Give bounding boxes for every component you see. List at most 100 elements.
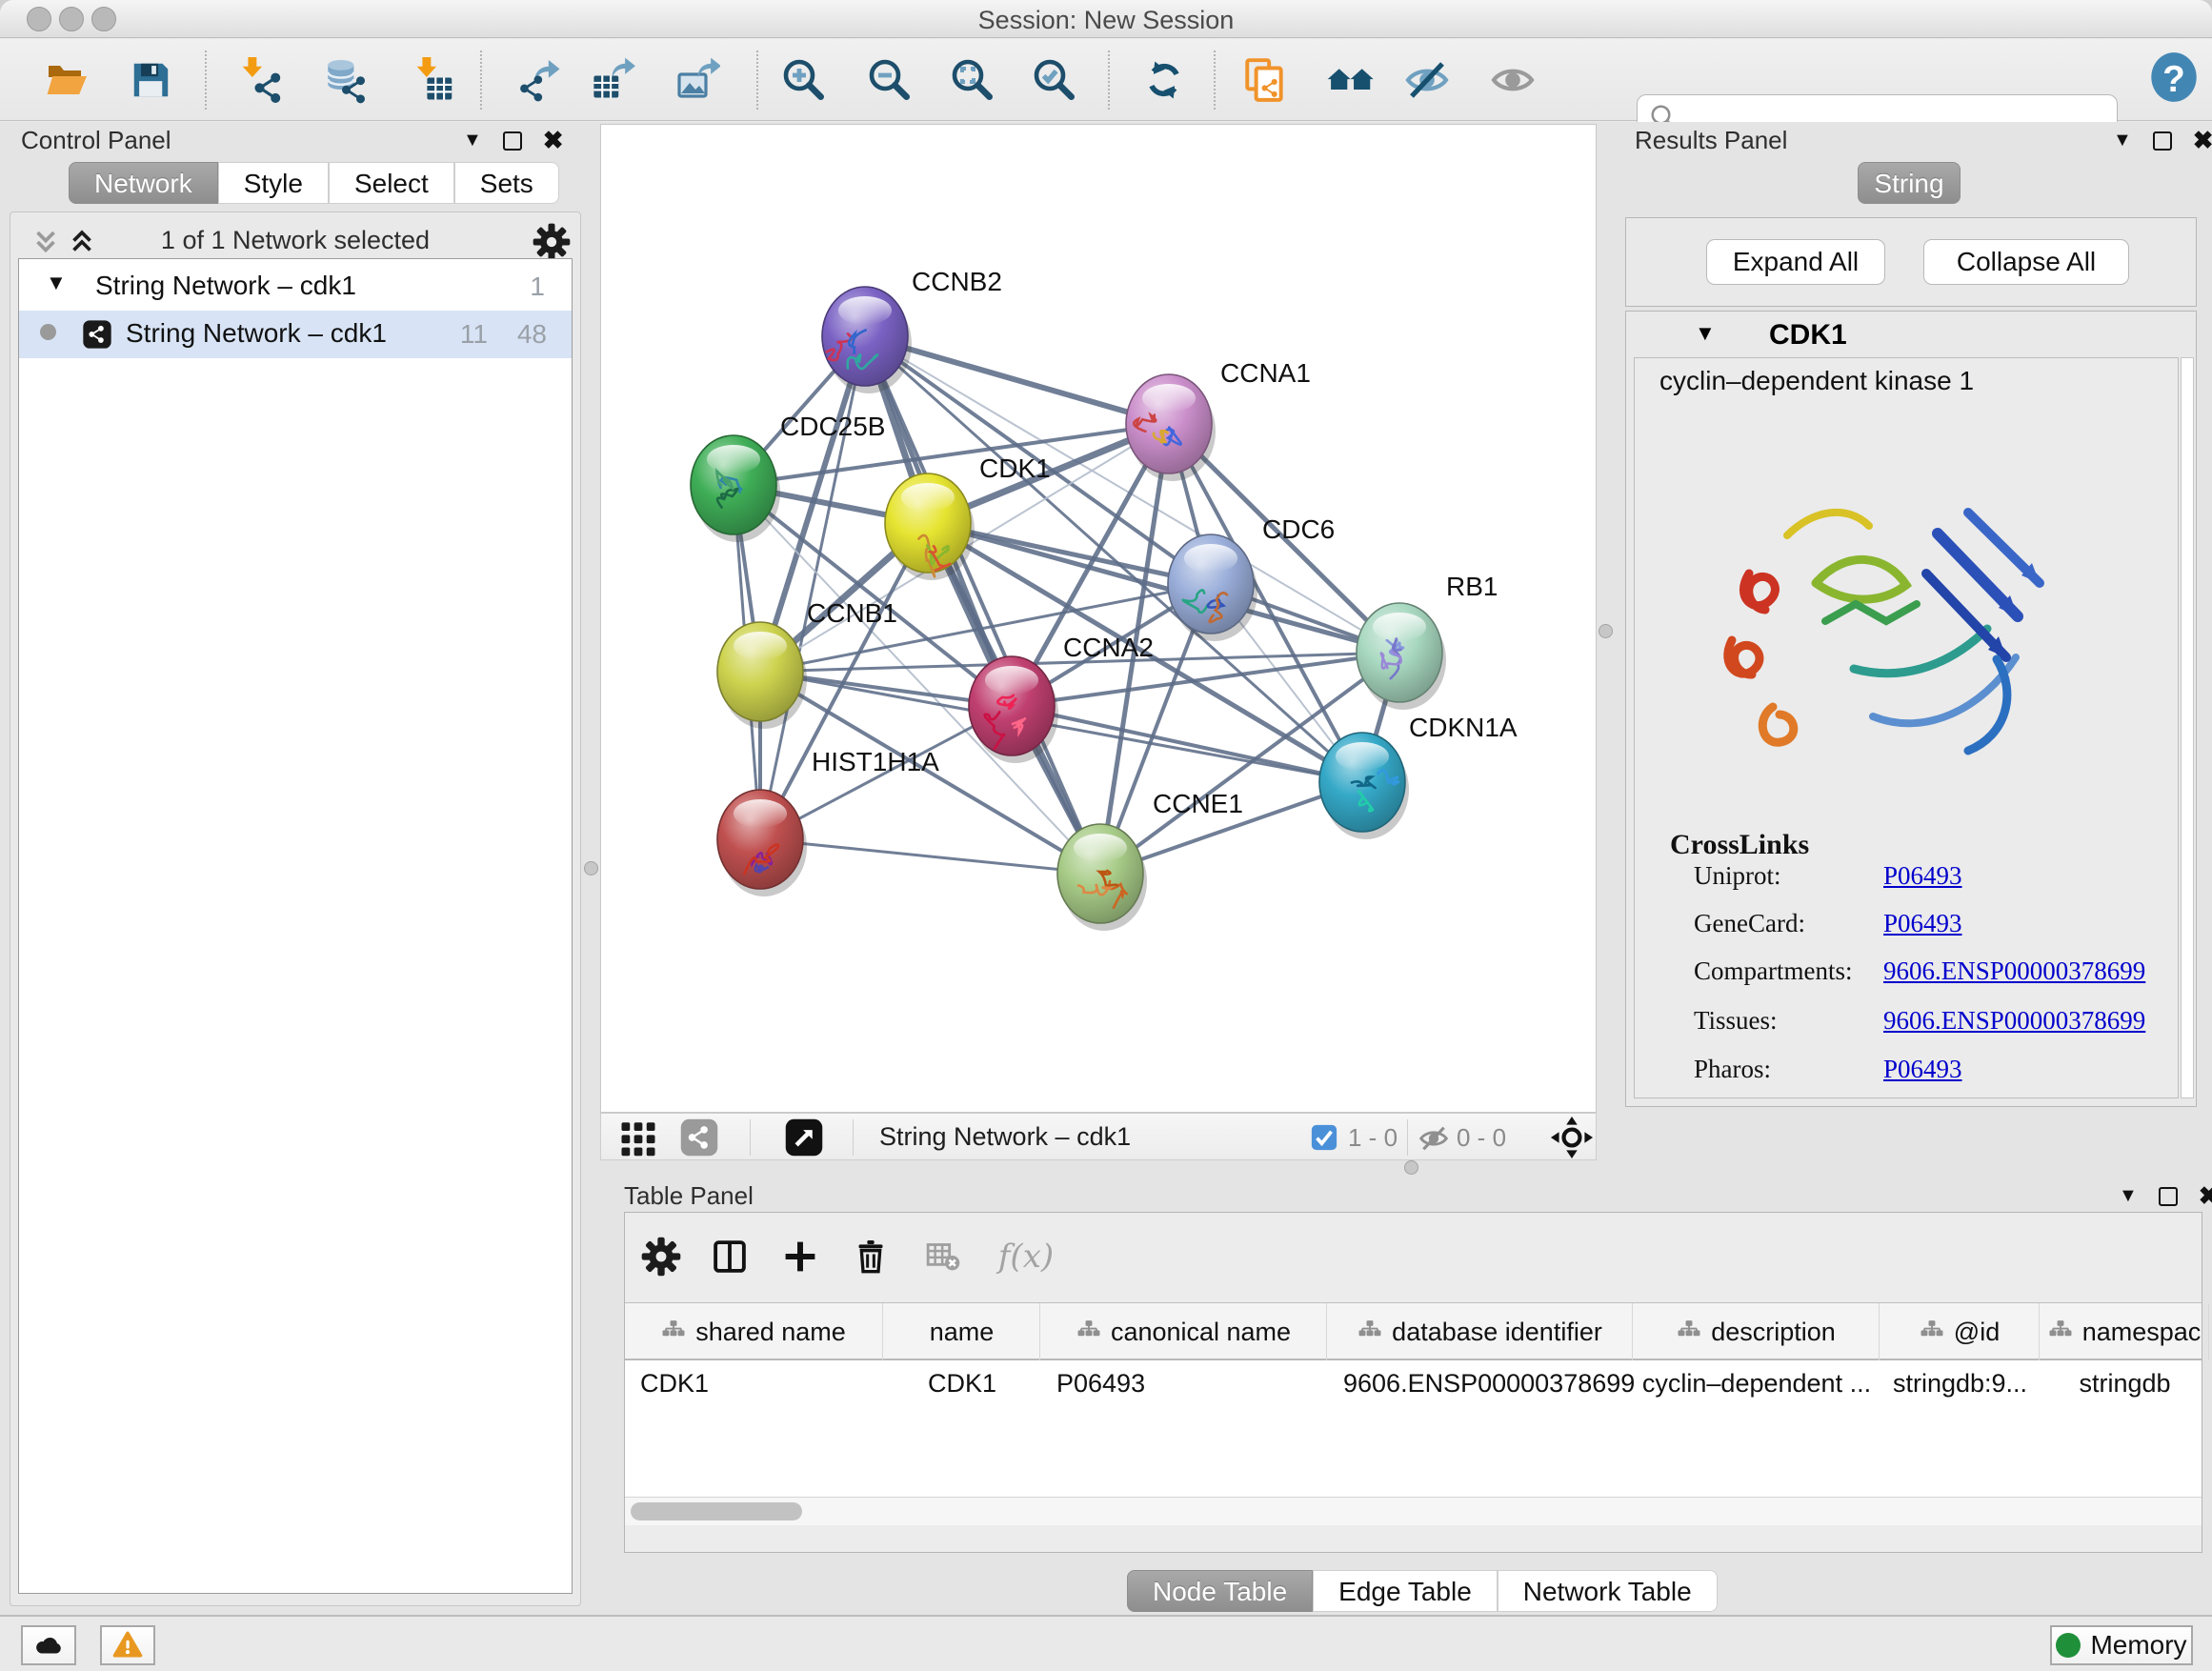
results-panel-close-icon[interactable]: ✖ [2193,126,2212,155]
save-session-button[interactable] [126,55,175,105]
crosslink-link[interactable]: 9606.ENSP00000378699 [1883,956,2145,986]
zoom-in-button[interactable] [778,55,828,105]
selected-checkbox-icon[interactable] [1310,1123,1338,1152]
tab-sets[interactable]: Sets [454,162,559,204]
results-scrollbar[interactable] [2181,357,2194,1098]
import-table-from-file-button[interactable] [407,55,456,105]
column-header-namespac[interactable]: namespac [2041,1303,2209,1360]
node-label: CCNB2 [912,267,1002,296]
network-column-icon [1076,1319,1101,1344]
horizontal-splitter-handle[interactable] [1404,1160,1418,1175]
help-button[interactable]: ? [2149,52,2199,102]
network-node-CDK1[interactable] [885,473,975,580]
crosslink-link[interactable]: P06493 [1883,909,1962,938]
column-header-shared-name[interactable]: shared name [625,1303,883,1360]
network-collection-row[interactable]: ▼ String Network – cdk1 1 [19,263,572,311]
network-row-selected[interactable]: String Network – cdk1 11 48 [19,311,572,358]
import-network-from-database-button[interactable] [320,55,370,105]
column-header-description[interactable]: description [1634,1303,1880,1360]
clone-network-button[interactable] [1240,55,1290,105]
column-header--id[interactable]: @id [1880,1303,2040,1360]
table-panel-menu-icon[interactable]: ▼ [2119,1185,2138,1207]
network-node-CCNE1[interactable] [1057,824,1147,931]
delete-column-button[interactable] [848,1234,894,1279]
table-panel-close-icon[interactable]: ✖ [2199,1181,2212,1211]
node-gloss [1142,384,1196,413]
hscrollbar-thumb[interactable] [631,1502,802,1520]
cloud-status-button[interactable] [21,1625,76,1665]
gene-header-row[interactable]: ▼ CDK1 [1626,319,2196,357]
table-cell[interactable]: cyclin–dependent ... [1634,1362,1880,1404]
network-edge-count: 48 [517,319,547,350]
export-table-button[interactable] [589,55,638,105]
network-view[interactable]: CCNB2CCNA1CDC25BCDK1CDC6RB1CCNB1CCNA2CDK… [600,124,1597,1113]
gene-expander-icon[interactable]: ▼ [1695,321,1716,346]
collapse-all-button[interactable]: Collapse All [1923,239,2129,285]
network-options-gear-icon[interactable] [533,223,571,261]
table-cell[interactable]: stringdb [2041,1362,2209,1404]
hide-selected-button[interactable] [1402,55,1452,105]
export-image-button[interactable] [673,55,722,105]
right-splitter-handle[interactable] [1599,624,1613,638]
control-panel-close-icon[interactable]: ✖ [543,126,564,155]
control-panel-float-icon[interactable] [503,131,522,151]
table-cell[interactable]: CDK1 [884,1362,1040,1404]
tab-edge-table[interactable]: Edge Table [1313,1570,1498,1612]
network-badge-icon[interactable] [679,1117,719,1158]
network-node-CCNA1[interactable] [1126,374,1216,481]
table-options-button[interactable] [638,1234,684,1279]
crosslink-link[interactable]: 9606.ENSP00000378699 [1883,1006,2145,1036]
network-canvas[interactable]: CCNB2CCNA1CDC25BCDK1CDC6RB1CCNB1CCNA2CDK… [601,125,1596,1112]
create-column-button[interactable] [777,1234,823,1279]
network-node-HIST1H1A[interactable] [717,790,807,896]
tab-style[interactable]: Style [218,162,329,204]
open-session-button[interactable] [42,55,91,105]
tab-string[interactable]: String [1858,162,1961,204]
memory-button[interactable]: Memory [2050,1625,2193,1665]
results-panel-menu-icon[interactable]: ▼ [2113,130,2132,151]
birdseye-navigator-icon[interactable] [1550,1116,1594,1159]
table-hscrollbar[interactable] [625,1497,2202,1525]
left-splitter-handle[interactable] [584,861,598,876]
crosslink-link[interactable]: P06493 [1883,1055,1962,1084]
column-header-canonical-name[interactable]: canonical name [1041,1303,1327,1360]
node-table[interactable]: shared namename canonical name database id… [625,1302,2202,1525]
table-cell[interactable]: 9606.ENSP00000378699 [1328,1362,1633,1404]
export-network-button[interactable] [514,55,564,105]
table-cell[interactable]: stringdb:9... [1880,1362,2040,1404]
column-header-name[interactable]: name [884,1303,1040,1360]
show-all-button[interactable] [1488,55,1538,105]
tab-network-table[interactable]: Network Table [1498,1570,1718,1612]
control-panel-menu-icon[interactable]: ▼ [463,130,482,151]
network-node-CCNA2[interactable] [969,656,1058,763]
open-in-window-icon[interactable] [784,1117,824,1158]
results-panel-float-icon[interactable] [2153,131,2172,151]
home-button[interactable] [1326,55,1376,105]
import-network-from-file-button[interactable] [236,55,286,105]
show-columns-button[interactable] [707,1234,753,1279]
collection-expander-icon[interactable]: ▼ [46,271,67,295]
column-header-database-identifier[interactable]: database identifier [1328,1303,1633,1360]
network-node-CCNB2[interactable] [822,287,912,393]
column-header-label: canonical name [1111,1318,1291,1347]
tab-node-table[interactable]: Node Table [1127,1570,1313,1612]
table-cell[interactable]: CDK1 [625,1362,883,1404]
network-node-CDC25B[interactable] [691,435,780,542]
crosslink-link[interactable]: P06493 [1883,861,1962,891]
network-node-RB1[interactable] [1357,603,1446,710]
table-cell[interactable]: P06493 [1041,1362,1327,1404]
network-node-CDC6[interactable] [1168,534,1257,641]
expand-all-button[interactable]: Expand All [1706,239,1885,285]
warnings-button[interactable] [100,1625,155,1665]
table-panel-float-icon[interactable] [2159,1187,2178,1206]
tab-network[interactable]: Network [69,162,218,204]
refresh-button[interactable] [1139,55,1189,105]
zoom-out-button[interactable] [864,55,914,105]
tab-select[interactable]: Select [329,162,454,204]
network-node-CDKN1A[interactable] [1319,733,1409,839]
zoom-selected-button[interactable] [1029,55,1078,105]
network-selection-row: 1 of 1 Network selected [10,220,580,262]
fit-content-button[interactable] [947,55,996,105]
grid-view-icon[interactable] [618,1117,658,1158]
control-panel-title: Control Panel [21,126,171,155]
